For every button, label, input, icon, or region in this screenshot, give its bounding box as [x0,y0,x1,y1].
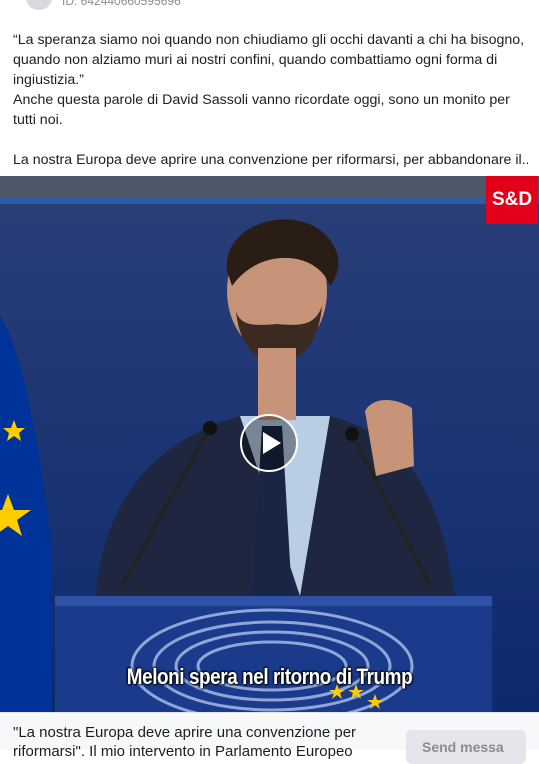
sd-logo: S&D [486,176,538,224]
podium [55,596,492,712]
post-paragraph: Anche questa parole di David Sassoli van… [13,92,510,128]
ad-id-label: ID: 642440660595696 [62,0,181,8]
post-quote: “La speranza siamo noi quando non chiudi… [13,32,525,88]
video-caption: Meloni spera nel ritorno di Trump [126,664,413,689]
link-description[interactable]: "La nostra Europa deve aprire una conven… [13,723,393,761]
cta-bar: "La nostra Europa deve aprire una conven… [0,712,539,764]
post-truncated-paragraph[interactable]: La nostra Europa deve aprire una convenz… [13,150,528,170]
avatar [26,0,52,10]
play-icon [263,432,281,454]
previous-ad-header: ID: 642440660595696 [0,0,539,14]
post-body: “La speranza siamo noi quando non chiudi… [13,30,528,170]
video-player[interactable]: S&D Meloni spera nel ritorno di Trump [0,176,539,712]
play-button[interactable] [240,414,298,472]
send-message-button[interactable]: Send messa [406,730,526,764]
